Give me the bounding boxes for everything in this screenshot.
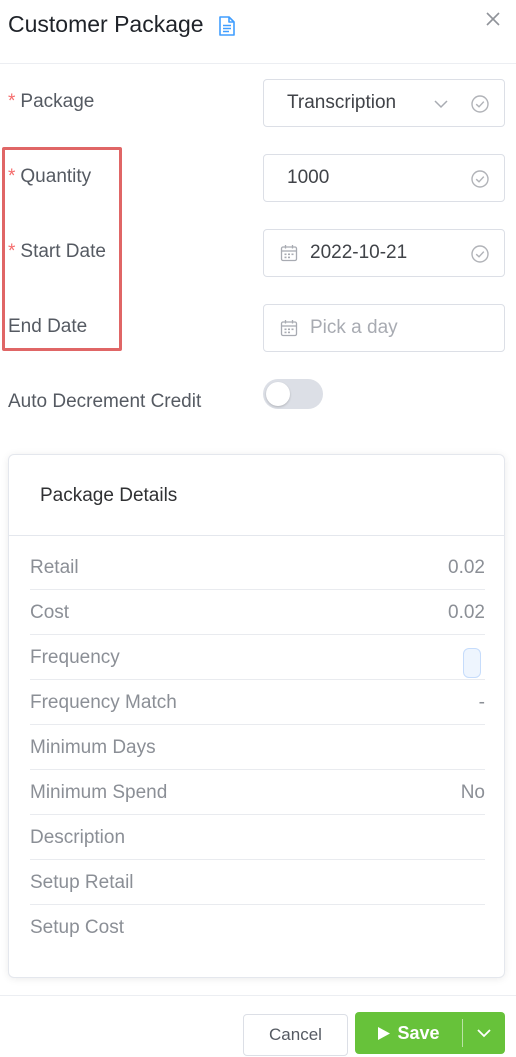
package-details-header: Package Details: [9, 455, 504, 536]
save-button-group: Save: [355, 1012, 505, 1054]
package-details-title: Package Details: [40, 485, 178, 506]
auto-decrement-label: Auto Decrement Credit: [8, 391, 201, 413]
play-icon: [378, 1026, 391, 1040]
detail-value: 0.02: [448, 602, 485, 623]
auto-decrement-label-text: Auto Decrement Credit: [8, 391, 202, 412]
detail-label: Setup Retail: [30, 872, 134, 893]
end-date-placeholder: Pick a day: [310, 317, 398, 338]
save-button-label: Save: [397, 1022, 440, 1043]
chevron-down-icon: [477, 1029, 491, 1038]
save-button[interactable]: Save: [355, 1012, 462, 1054]
package-select-value: Transcription: [287, 92, 397, 113]
toggle-knob: [266, 382, 290, 406]
save-dropdown-toggle[interactable]: [463, 1012, 505, 1054]
detail-row-minimum-days: Minimum Days: [30, 725, 485, 770]
detail-row-retail: Retail 0.02: [30, 545, 485, 590]
check-circle-icon: [471, 245, 489, 263]
start-date-picker[interactable]: 2022-10-21: [263, 229, 505, 277]
detail-row-setup-cost: Setup Cost: [30, 905, 485, 950]
document-icon[interactable]: [218, 16, 236, 36]
calendar-icon: [280, 320, 298, 337]
detail-label: Description: [30, 827, 126, 848]
highlight-annotation-box: [2, 147, 122, 351]
detail-label: Minimum Spend: [30, 782, 168, 803]
detail-label: Minimum Days: [30, 737, 156, 758]
check-circle-icon: [471, 95, 489, 113]
frequency-chip[interactable]: [463, 648, 481, 678]
check-circle-icon: [471, 170, 489, 188]
package-select[interactable]: Transcription: [263, 79, 505, 127]
detail-row-frequency: Frequency: [30, 635, 485, 680]
detail-row-minimum-spend: Minimum Spend No: [30, 770, 485, 815]
quantity-input-value: 1000: [287, 167, 330, 188]
detail-value: -: [478, 692, 485, 713]
dialog-header: Customer Package: [0, 0, 516, 64]
detail-value: No: [460, 782, 485, 803]
detail-label: Cost: [30, 602, 70, 623]
detail-label: Frequency Match: [30, 692, 177, 713]
detail-value: 0.02: [448, 557, 485, 578]
dialog-title: Customer Package: [8, 11, 204, 37]
detail-row-description: Description: [30, 815, 485, 860]
end-date-picker[interactable]: Pick a day: [263, 304, 505, 352]
package-details-card: Package Details Retail 0.02 Cost 0.02 Fr…: [8, 454, 505, 978]
detail-row-frequency-match: Frequency Match -: [30, 680, 485, 725]
detail-row-setup-retail: Setup Retail: [30, 860, 485, 905]
calendar-icon: [280, 245, 298, 262]
close-icon[interactable]: [482, 8, 504, 30]
package-label: * Package: [8, 91, 94, 113]
detail-label: Retail: [30, 557, 79, 578]
detail-label: Frequency: [30, 647, 120, 668]
auto-decrement-toggle[interactable]: [263, 379, 323, 409]
detail-label: Setup Cost: [30, 917, 124, 938]
dialog-footer: Cancel Save: [0, 995, 516, 1057]
detail-row-cost: Cost 0.02: [30, 590, 485, 635]
start-date-value: 2022-10-21: [310, 242, 408, 263]
required-marker: *: [8, 91, 16, 112]
quantity-input[interactable]: 1000: [263, 154, 505, 202]
chevron-down-icon[interactable]: [432, 95, 450, 113]
cancel-button[interactable]: Cancel: [243, 1014, 348, 1056]
package-label-text: Package: [20, 91, 95, 112]
